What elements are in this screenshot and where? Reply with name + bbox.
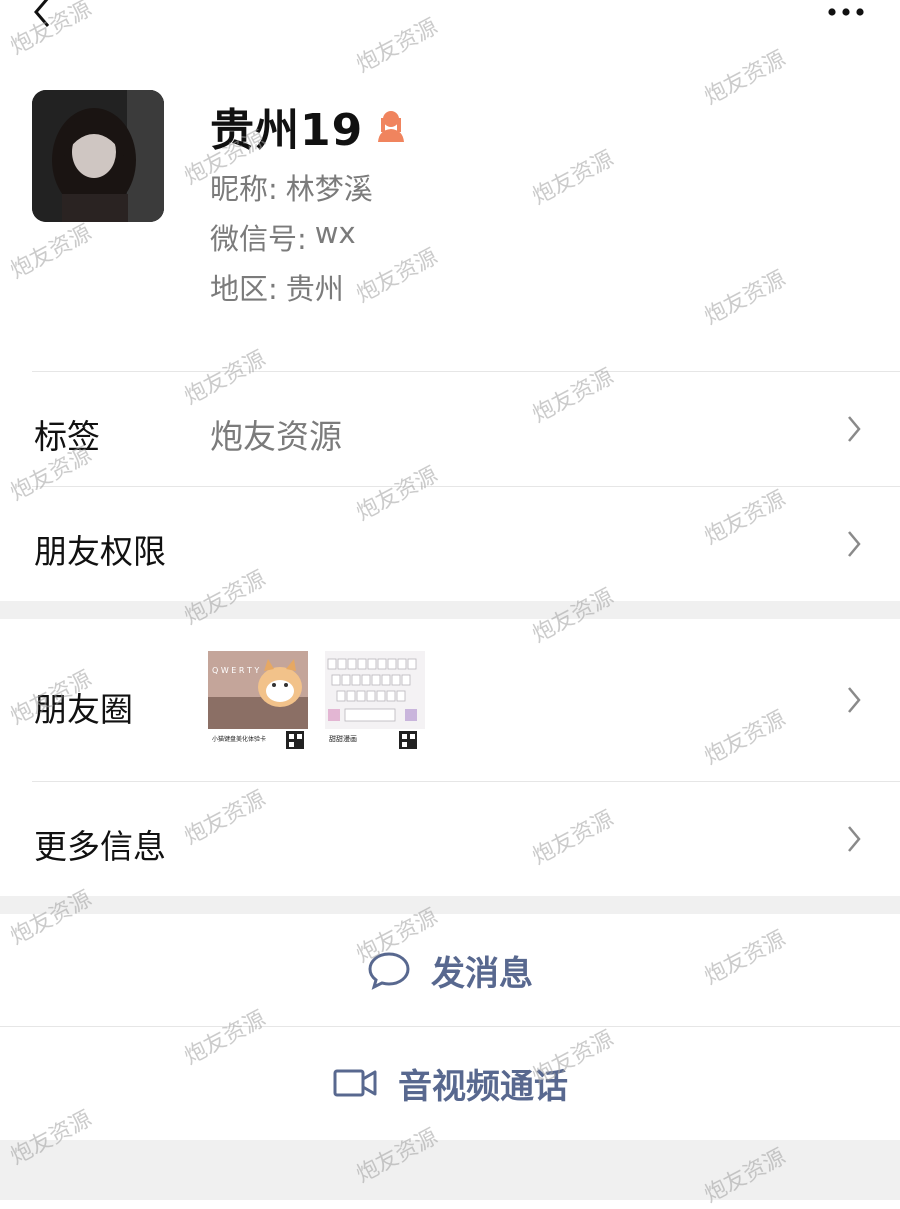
section-gap — [0, 896, 900, 914]
profile-header: 贵州19 昵称: 林梦溪 微信号: wx 地区: 贵州 — [0, 80, 900, 370]
video-camera-icon — [333, 1069, 377, 1097]
region-label: 地区: — [210, 272, 278, 306]
avatar-photo — [32, 90, 164, 222]
row-friend-permissions[interactable]: 朋友权限 — [0, 487, 900, 601]
more-options-button[interactable] — [826, 2, 866, 22]
row-moments-label: 朋友圈 — [34, 690, 133, 729]
thumbnail-keyboard-text: Q W E R T Y — [212, 666, 259, 675]
display-name: 贵州19 — [210, 105, 364, 156]
row-tags[interactable]: 标签 炮友资源 — [0, 372, 900, 486]
name-line: 贵州19 — [210, 96, 407, 156]
chevron-right-icon — [848, 416, 861, 442]
top-bar — [0, 0, 900, 40]
section-gap — [0, 601, 900, 619]
back-button[interactable] — [28, 0, 58, 30]
wechat-id-line: 微信号: wx — [210, 216, 356, 258]
chat-bubble-icon — [368, 952, 410, 990]
row-more-info[interactable]: 更多信息 — [0, 782, 900, 896]
nickname-label: 昵称: — [210, 172, 278, 206]
wechat-id-label: 微信号: — [210, 222, 307, 256]
row-tags-label: 标签 — [34, 417, 100, 456]
moments-thumbnail[interactable]: 甜甜漫画 — [325, 651, 425, 751]
region-value: 贵州 — [285, 272, 344, 306]
chevron-left-icon — [34, 0, 50, 27]
thumbnail-image: Q W E R T Y 小猫键盘美化体验卡 — [208, 651, 308, 751]
moments-thumbnail[interactable]: Q W E R T Y 小猫键盘美化体验卡 — [208, 651, 308, 751]
chevron-right-icon — [848, 687, 861, 713]
avatar[interactable] — [32, 90, 164, 222]
video-call-button[interactable]: 音视频通话 — [0, 1027, 900, 1139]
row-tags-value: 炮友资源 — [210, 417, 342, 456]
send-message-button[interactable]: 发消息 — [0, 914, 900, 1026]
row-more-info-label: 更多信息 — [34, 827, 166, 866]
more-dots-icon — [828, 8, 864, 16]
nickname-line: 昵称: 林梦溪 — [210, 166, 373, 208]
thumbnail-caption: 小猫键盘美化体验卡 — [212, 735, 266, 743]
send-message-label: 发消息 — [431, 953, 533, 994]
nickname-value: 林梦溪 — [285, 172, 373, 206]
video-call-label: 音视频通话 — [398, 1066, 568, 1107]
chevron-right-icon — [848, 531, 861, 557]
female-icon — [378, 111, 405, 142]
row-moments[interactable]: 朋友圈 Q W E R T Y 小猫键盘美化体验卡 甜甜漫画 — [0, 619, 900, 781]
thumbnail-image: 甜甜漫画 — [325, 651, 425, 751]
region-line: 地区: 贵州 — [210, 266, 344, 308]
row-permissions-label: 朋友权限 — [34, 532, 166, 571]
section-gap — [0, 1140, 900, 1200]
thumbnail-caption: 甜甜漫画 — [329, 734, 357, 743]
wechat-id-value[interactable]: wx — [315, 216, 356, 258]
chevron-right-icon — [848, 826, 861, 852]
